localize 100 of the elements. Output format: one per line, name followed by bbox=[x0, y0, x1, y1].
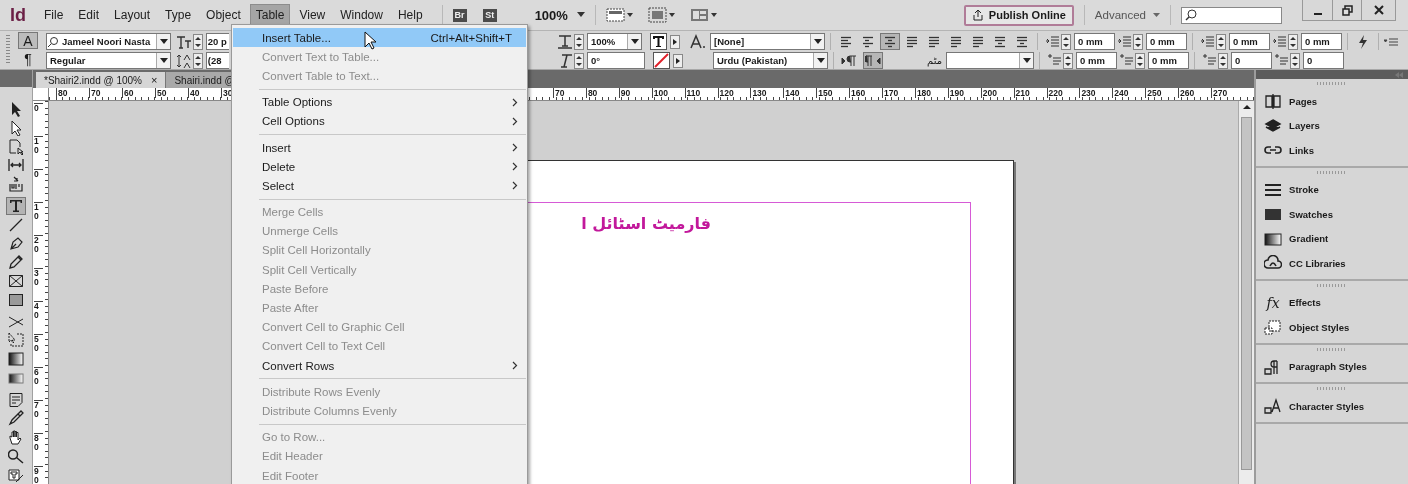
spinner-icon[interactable] bbox=[1288, 33, 1298, 50]
expand-icon[interactable] bbox=[670, 34, 680, 49]
font-size-field[interactable]: 20 p bbox=[205, 33, 229, 50]
screen-mode-icon[interactable] bbox=[647, 7, 676, 23]
font-family-dropdown[interactable]: Jameel Noori Nasta bbox=[46, 33, 172, 50]
indent-icon bbox=[1200, 34, 1214, 49]
indent-field[interactable]: 0 mm bbox=[1301, 33, 1342, 50]
menu-item[interactable]: Type bbox=[159, 4, 198, 26]
menu-item[interactable]: View bbox=[293, 4, 332, 26]
menu-entry[interactable]: Insert bbox=[233, 137, 526, 158]
menu-item[interactable]: Help bbox=[391, 4, 429, 26]
direction-button[interactable] bbox=[863, 52, 883, 69]
menu-entry[interactable]: Delete bbox=[233, 157, 526, 177]
caret-icon[interactable] bbox=[1153, 12, 1160, 18]
panel-button[interactable]: Links bbox=[1256, 138, 1408, 163]
caret-icon[interactable] bbox=[576, 12, 585, 18]
ruler-number: 200 bbox=[980, 88, 997, 98]
spinner-icon[interactable] bbox=[192, 33, 203, 50]
panel-button[interactable]: Stroke bbox=[1256, 177, 1408, 202]
spacing-field[interactable]: 0 mm bbox=[1076, 52, 1118, 69]
ruler-number: 20 bbox=[34, 235, 43, 253]
panel-button[interactable]: Swatches bbox=[1256, 202, 1408, 227]
spacing-field[interactable]: 0 bbox=[1303, 52, 1345, 69]
panel-button[interactable]: Pages bbox=[1256, 89, 1408, 114]
menu-item[interactable]: Object bbox=[200, 4, 247, 26]
horizontal-scale-dropdown[interactable]: 100% bbox=[587, 33, 642, 50]
indent-field[interactable]: 0 mm bbox=[1146, 33, 1187, 50]
spinner-icon[interactable] bbox=[1290, 52, 1301, 69]
spinner-icon[interactable] bbox=[1063, 52, 1074, 69]
text-fill-icon[interactable] bbox=[650, 33, 667, 50]
panel-button[interactable]: fx Effects bbox=[1256, 290, 1408, 315]
font-style-dropdown[interactable]: Regular bbox=[46, 52, 172, 69]
publish-online-button[interactable]: Publish Online bbox=[963, 4, 1074, 26]
mode-button[interactable]: ¶ bbox=[18, 50, 38, 67]
tool-button[interactable] bbox=[6, 196, 26, 216]
spacing-field[interactable]: 0 bbox=[1231, 52, 1273, 69]
align-icon bbox=[949, 35, 963, 48]
panel-button[interactable]: Gradient bbox=[1256, 226, 1408, 251]
menu-item[interactable]: Table bbox=[249, 4, 291, 26]
vertical-scrollbar[interactable] bbox=[1238, 101, 1255, 484]
menu-entry[interactable]: Cell Options bbox=[233, 111, 526, 131]
direction-button[interactable] bbox=[839, 52, 859, 69]
spinner-icon[interactable] bbox=[1135, 52, 1146, 69]
character-style-dropdown[interactable]: [None] bbox=[710, 33, 825, 50]
ruler-number: 220 bbox=[1046, 88, 1063, 98]
panel-button[interactable]: Object Styles bbox=[1256, 315, 1408, 340]
menu-item[interactable]: Layout bbox=[108, 4, 157, 26]
tool-button[interactable] bbox=[6, 390, 26, 410]
menu-entry[interactable]: Table Options bbox=[233, 92, 526, 112]
menu-entry[interactable]: Select bbox=[233, 176, 526, 196]
zoom-dropdown[interactable]: 100% bbox=[534, 7, 568, 23]
indent-field[interactable]: 0 mm bbox=[1074, 33, 1115, 50]
panel-button[interactable]: Paragraph Styles bbox=[1256, 354, 1408, 379]
tool-button[interactable] bbox=[6, 349, 26, 369]
lightning-icon[interactable] bbox=[1357, 33, 1369, 50]
language-dropdown[interactable]: Urdu (Pakistan) bbox=[713, 52, 828, 69]
spinner-icon[interactable] bbox=[1218, 52, 1229, 69]
menu-entry[interactable]: Convert Rows bbox=[233, 356, 526, 376]
tool-button[interactable] bbox=[6, 446, 26, 466]
leading-icon bbox=[176, 52, 192, 69]
stock-button[interactable]: St bbox=[482, 8, 497, 22]
tool-button[interactable] bbox=[6, 174, 26, 194]
panel-menu-icon[interactable] bbox=[1384, 36, 1398, 47]
note-icon bbox=[8, 391, 24, 408]
spinner-icon[interactable] bbox=[574, 33, 584, 50]
ruler-number: 210 bbox=[1013, 88, 1030, 98]
spinner-icon[interactable] bbox=[1216, 33, 1226, 50]
expand-icon[interactable] bbox=[673, 53, 683, 68]
align-icon bbox=[971, 35, 985, 48]
spinner-icon[interactable] bbox=[192, 52, 203, 69]
spinner-icon[interactable] bbox=[1133, 33, 1143, 50]
document-tab[interactable]: *Shairi2.indd @ 100% × bbox=[36, 72, 167, 88]
spinner-icon[interactable] bbox=[1061, 33, 1071, 50]
menu-item[interactable]: Window bbox=[334, 4, 389, 26]
close-tab-icon[interactable]: × bbox=[151, 74, 158, 86]
alignment-button[interactable] bbox=[880, 33, 900, 50]
leading-field[interactable]: (28 bbox=[205, 52, 229, 69]
arrange-documents-icon[interactable] bbox=[689, 7, 718, 23]
kashida-dropdown[interactable] bbox=[946, 52, 1035, 69]
menu-item[interactable]: Edit bbox=[72, 4, 106, 26]
tool-button[interactable] bbox=[6, 409, 26, 428]
indent-field[interactable]: 0 mm bbox=[1229, 33, 1270, 50]
menu-entry[interactable]: Insert Table... Ctrl+Alt+Shift+T bbox=[233, 28, 526, 48]
basket-icon bbox=[8, 176, 24, 193]
close-icon bbox=[1373, 5, 1384, 15]
spinner-icon[interactable] bbox=[574, 52, 584, 69]
pencil-icon bbox=[8, 254, 24, 271]
workspace-dropdown[interactable]: Advanced bbox=[1094, 9, 1146, 21]
bridge-button[interactable]: Br bbox=[452, 8, 467, 22]
view-options-icon[interactable] bbox=[605, 7, 634, 23]
panel-button[interactable]: CC Libraries bbox=[1256, 251, 1408, 276]
tool-button[interactable] bbox=[6, 137, 26, 157]
panel-button[interactable]: Layers bbox=[1256, 113, 1408, 138]
stroke-none-icon[interactable] bbox=[653, 52, 670, 69]
spacing-field[interactable]: 0 mm bbox=[1148, 52, 1190, 69]
mode-button[interactable]: A bbox=[18, 32, 38, 49]
panel-button[interactable]: Character Styles bbox=[1256, 394, 1408, 419]
menu-item[interactable]: File bbox=[38, 4, 70, 26]
search-field[interactable] bbox=[1181, 6, 1282, 24]
skew-field[interactable]: 0° bbox=[587, 52, 645, 69]
